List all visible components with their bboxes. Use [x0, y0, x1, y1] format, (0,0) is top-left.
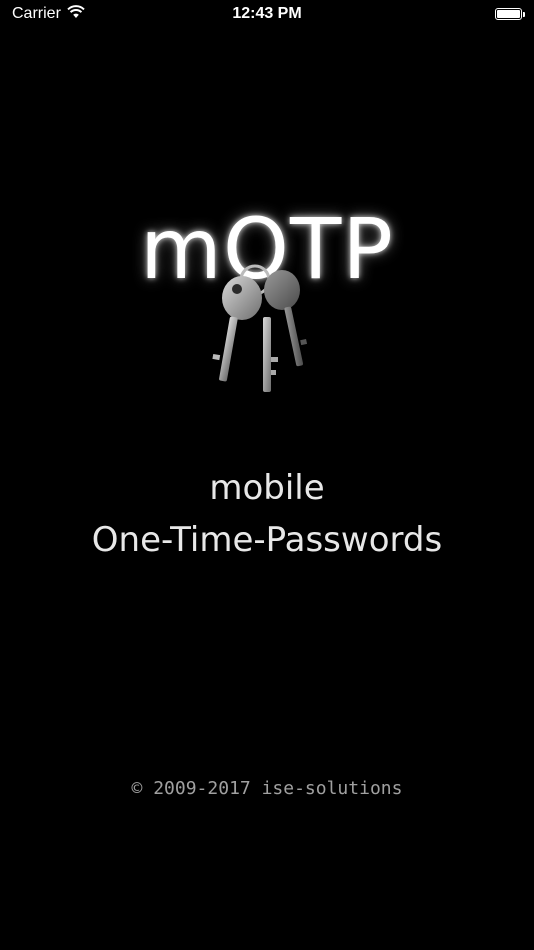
wifi-icon	[67, 4, 85, 24]
copyright-text: © 2009-2017 ise-solutions	[131, 778, 403, 799]
status-bar: Carrier 12:43 PM	[0, 0, 534, 28]
keys-icon	[200, 262, 330, 402]
status-left: Carrier	[12, 4, 85, 24]
tagline-line-1: mobile	[209, 468, 325, 508]
carrier-label: Carrier	[12, 5, 61, 22]
battery-icon	[495, 8, 525, 20]
tagline-line-2: One-Time-Passwords	[91, 520, 443, 560]
battery-fill	[497, 10, 520, 18]
tagline: mobile One-Time-Passwords	[0, 462, 534, 566]
